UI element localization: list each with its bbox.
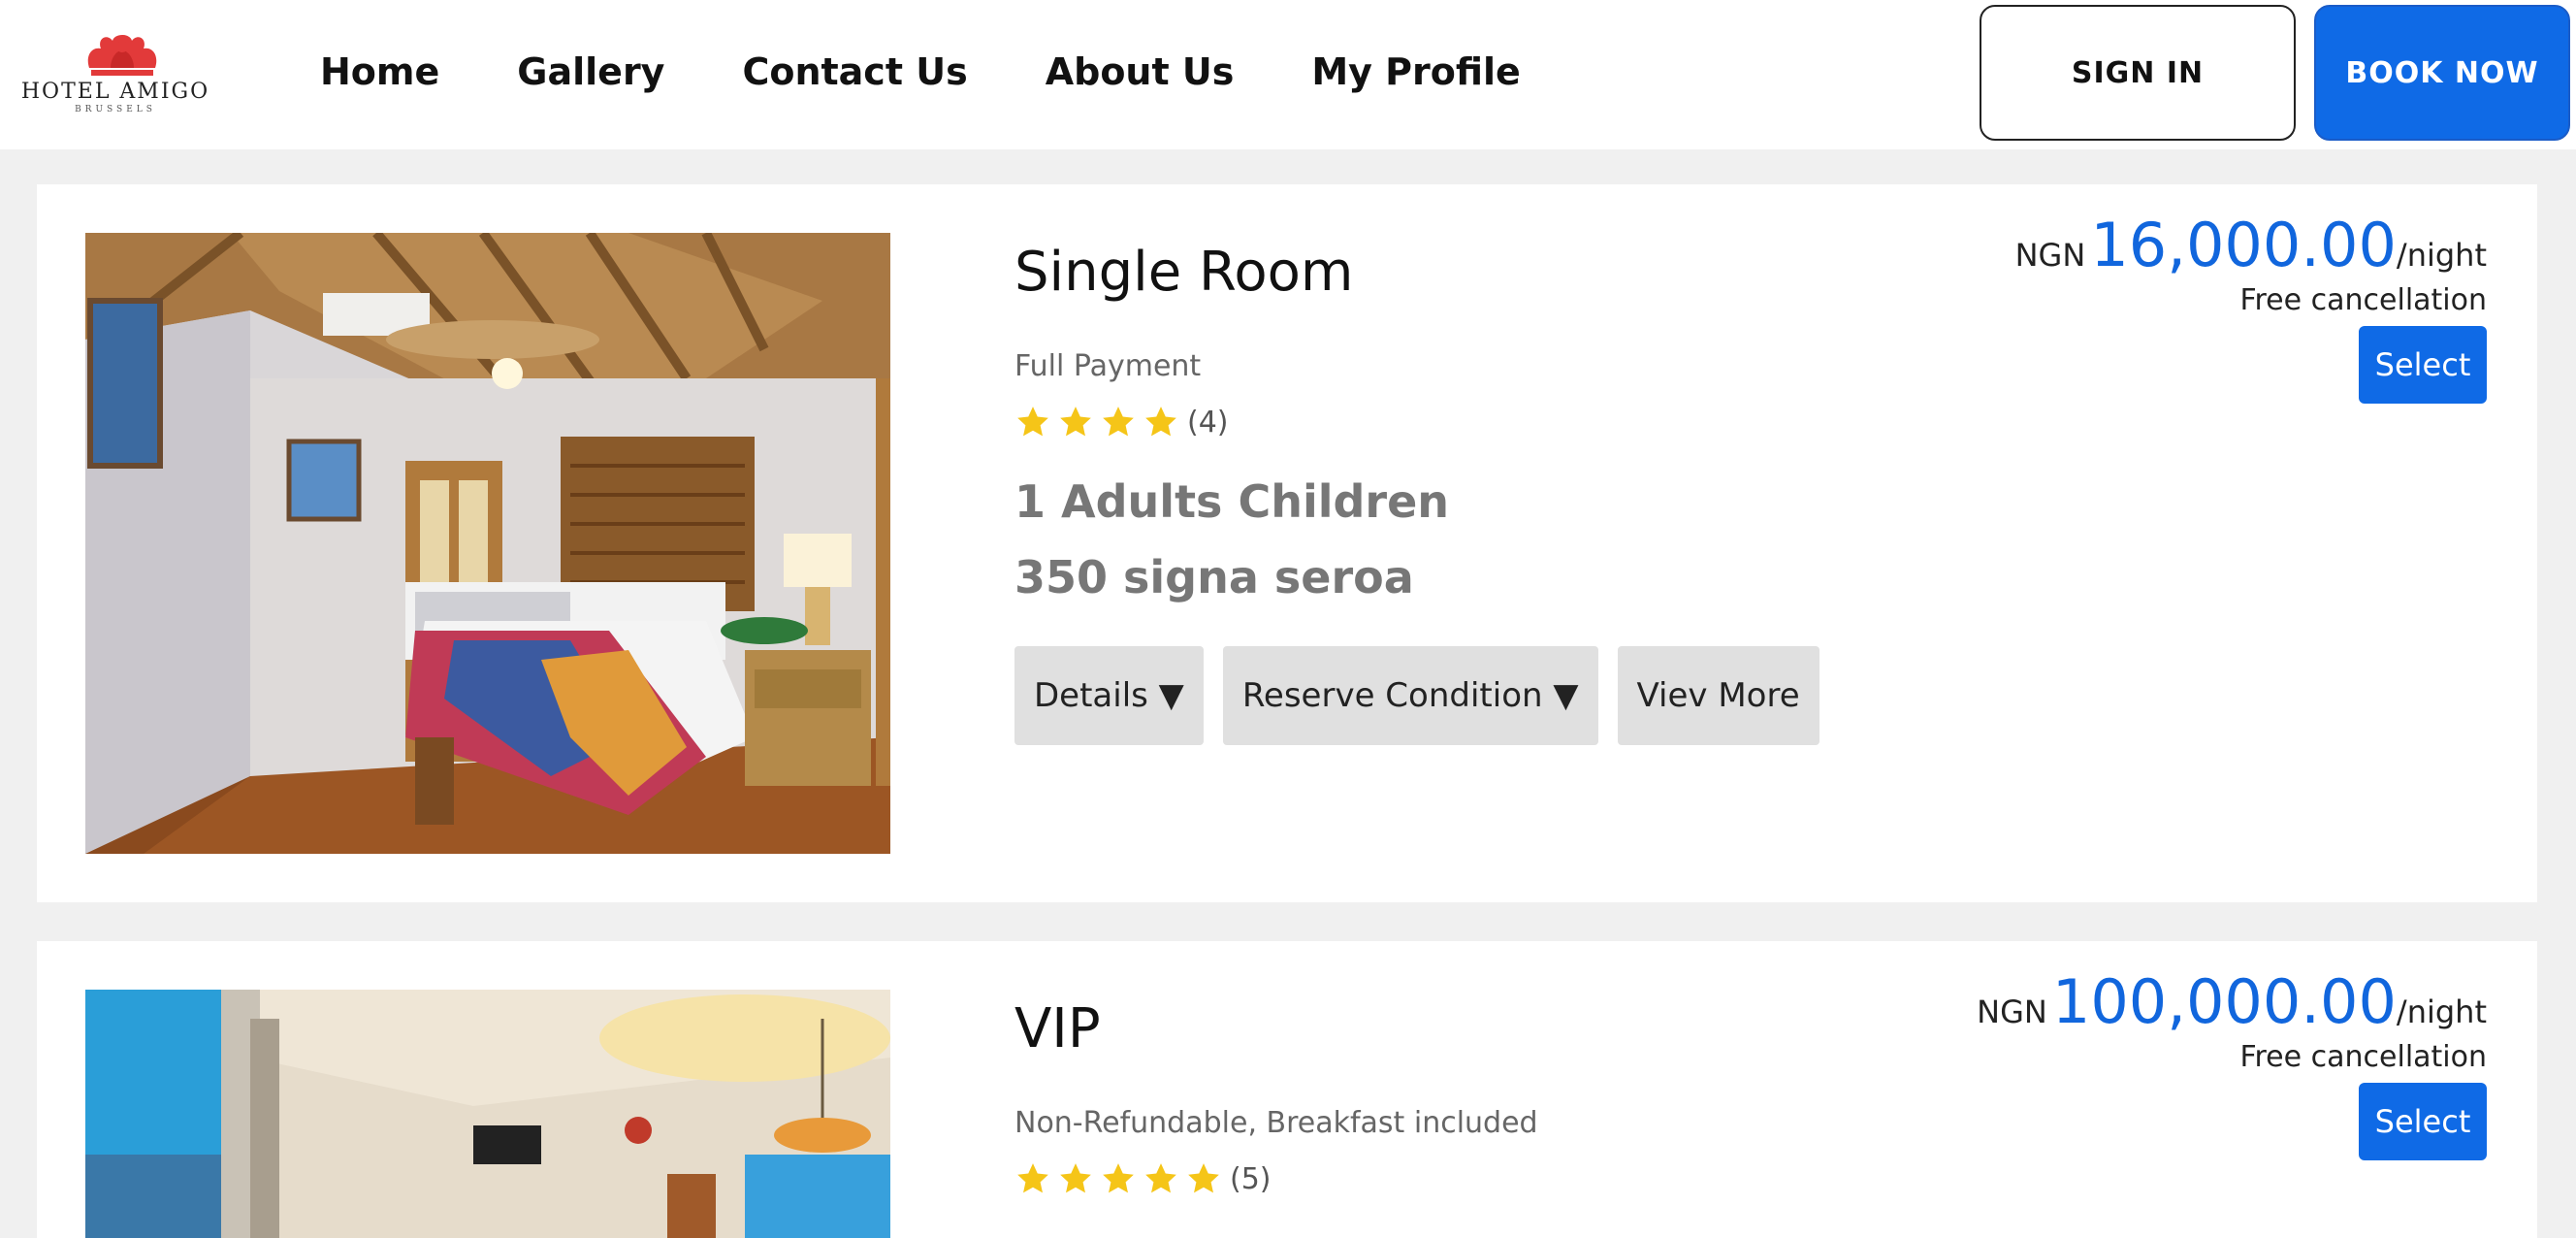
- crest-icon: [87, 35, 157, 76]
- star-icon: [1017, 1163, 1048, 1193]
- nav-contact-us[interactable]: Contact Us: [742, 50, 967, 93]
- price-currency: NGN: [1977, 994, 2047, 1030]
- price-currency: NGN: [2014, 237, 2086, 274]
- room-photo: [85, 233, 890, 854]
- nav-home[interactable]: Home: [320, 50, 439, 93]
- payment-policy: Non-Refundable, Breakfast included: [1014, 1106, 1538, 1140]
- room-price: NGN 100,000.00/night: [1977, 966, 2487, 1037]
- price-amount: 100,000.00: [2051, 966, 2397, 1037]
- reserve-condition-dropdown[interactable]: Reserve Condition ▼: [1222, 646, 1598, 745]
- details-dropdown[interactable]: Details ▼: [1014, 646, 1204, 745]
- star-icon: [1060, 407, 1091, 437]
- select-button[interactable]: Select: [2359, 1083, 2487, 1160]
- star-rating: (4): [1014, 404, 1229, 440]
- view-more-button[interactable]: Viev More: [1617, 646, 1819, 745]
- cancellation-note: Free cancellation: [2239, 1040, 2487, 1074]
- rating-count: (4): [1187, 405, 1229, 440]
- bedroom-image: [85, 233, 890, 854]
- price-unit: /night: [2396, 994, 2487, 1030]
- rating-count: (5): [1230, 1161, 1272, 1196]
- hotel-city: BRUSSELS: [75, 105, 156, 114]
- room-card: VIP Non-Refundable, Breakfast included (…: [37, 941, 2537, 1238]
- room-price: NGN 16,000.00/night: [2015, 210, 2487, 280]
- hotel-logo[interactable]: HOTEL AMIGO BRUSSELS: [14, 29, 217, 116]
- room-title: Single Room: [1014, 241, 1354, 304]
- site-header: HOTEL AMIGO BRUSSELS Home Gallery Contac…: [0, 0, 2576, 149]
- star-icon: [1188, 1163, 1219, 1193]
- book-now-button[interactable]: BOOK NOW: [2314, 5, 2570, 141]
- nav-about-us[interactable]: About Us: [1046, 50, 1235, 93]
- main-nav: Home Gallery Contact Us About Us My Prof…: [320, 50, 1521, 93]
- room-capacity: 1 Adults Children: [1014, 475, 1450, 528]
- room-title: VIP: [1014, 997, 1101, 1060]
- sign-in-button[interactable]: SIGN IN: [1980, 5, 2296, 141]
- select-button[interactable]: Select: [2359, 326, 2487, 404]
- star-icon: [1017, 407, 1048, 437]
- star-icon: [1145, 407, 1176, 437]
- price-amount: 16,000.00: [2090, 210, 2397, 280]
- cancellation-note: Free cancellation: [2239, 283, 2487, 317]
- nav-gallery[interactable]: Gallery: [517, 50, 664, 93]
- nav-my-profile[interactable]: My Profile: [1311, 50, 1520, 93]
- room-photo: [85, 990, 890, 1238]
- room-size: 350 signa seroa: [1014, 551, 1414, 603]
- price-unit: /night: [2396, 237, 2487, 274]
- room-card: Single Room Full Payment (4) 1 Adults Ch…: [37, 184, 2537, 902]
- hotel-name: HOTEL AMIGO: [20, 80, 210, 104]
- vip-room-image: [85, 990, 890, 1238]
- star-icon: [1103, 407, 1134, 437]
- payment-policy: Full Payment: [1014, 349, 1202, 383]
- room-actions: Details ▼ Reserve Condition ▼ Viev More: [1014, 646, 1819, 745]
- star-icon: [1103, 1163, 1134, 1193]
- star-icon: [1060, 1163, 1091, 1193]
- star-rating: (5): [1014, 1160, 1272, 1197]
- star-icon: [1145, 1163, 1176, 1193]
